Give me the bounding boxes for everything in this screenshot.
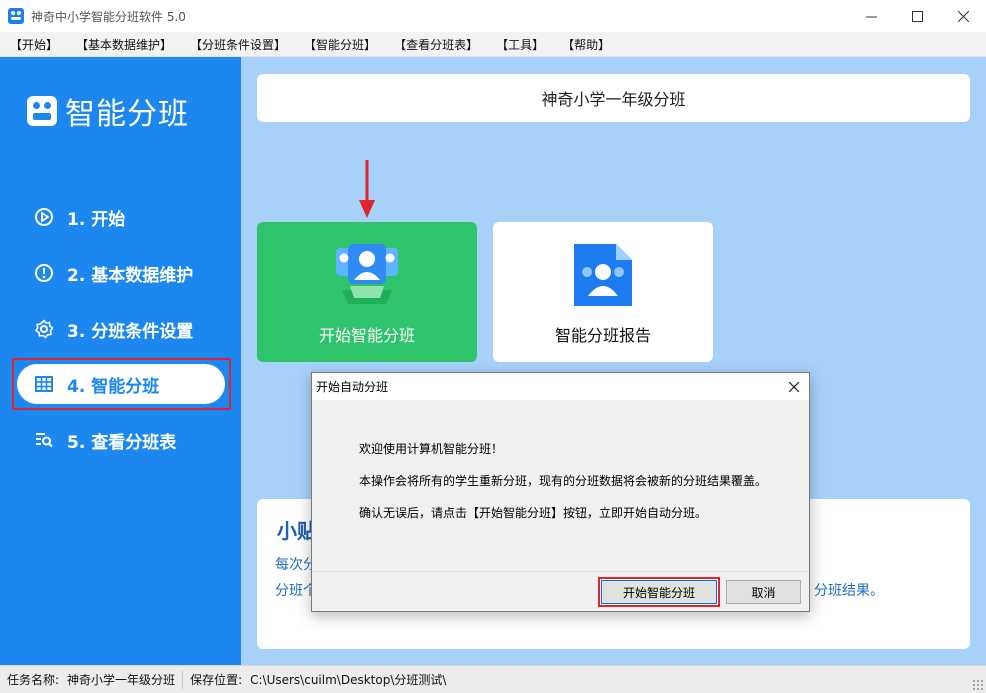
status-save: 保存位置: C:\Users\cuilm\Desktop\分班测试\ — [182, 670, 453, 689]
dialog-titlebar: 开始自动分班 — [312, 373, 809, 400]
status-task-value: 神奇小学一年级分班 — [67, 673, 176, 687]
sidebar-item-smart-assign[interactable]: 4. 智能分班 — [17, 364, 225, 404]
list-search-icon — [33, 429, 55, 451]
logo-text: 智能分班 — [65, 97, 189, 132]
sidebar-item-label: 4. 智能分班 — [67, 376, 160, 397]
arrow-down-icon — [359, 160, 375, 218]
close-icon — [957, 10, 969, 22]
status-task: 任务名称: 神奇小学一年级分班 — [0, 671, 182, 689]
sidebar: 智能分班 1. 开始 2. 基本数据维护 3. 分班条件设置 4. 智能分班 5… — [0, 57, 241, 665]
report-card-label: 智能分班报告 — [554, 326, 651, 345]
sidebar-item-label: 3. 分班条件设置 — [67, 321, 194, 342]
status-save-value: C:\Users\cuilm\Desktop\分班测试\ — [250, 673, 447, 687]
dialog-title: 开始自动分班 — [316, 380, 389, 394]
gear-icon — [33, 318, 55, 340]
start-auto-assign-dialog: 开始自动分班 欢迎使用计算机智能分班！ 本操作会将所有的学生重新分班，现有的分班… — [311, 372, 810, 612]
info-circle-icon — [33, 262, 55, 284]
minimize-icon — [865, 16, 877, 17]
dialog-message-line: 本操作会将所有的学生重新分班，现有的分班数据将会被新的分班结果覆盖。 — [359, 474, 768, 488]
start-smart-assign-card[interactable]: 开始智能分班 — [257, 222, 477, 362]
maximize-icon — [911, 10, 923, 22]
sidebar-item-label: 5. 查看分班表 — [67, 432, 177, 453]
status-bar: 任务名称: 神奇小学一年级分班 保存位置: C:\Users\cuilm\Des… — [0, 665, 986, 693]
dialog-body: 欢迎使用计算机智能分班！ 本操作会将所有的学生重新分班，现有的分班数据将会被新的… — [312, 400, 809, 571]
status-task-label: 任务名称: — [7, 673, 60, 687]
close-button[interactable] — [940, 0, 986, 32]
dialog-footer: 开始智能分班 取消 — [312, 571, 809, 611]
sidebar-item-label: 2. 基本数据维护 — [67, 265, 194, 286]
sidebar-item-conditions[interactable]: 3. 分班条件设置 — [17, 309, 225, 349]
menu-class-conditions[interactable]: 【分班条件设置】 — [181, 36, 295, 53]
menu-bar: 【开始】 【基本数据维护】 【分班条件设置】 【智能分班】 【查看分班表】 【工… — [0, 32, 986, 57]
sidebar-item-basic-data[interactable]: 2. 基本数据维护 — [17, 253, 225, 293]
play-circle-icon — [33, 206, 55, 228]
sidebar-item-view-table[interactable]: 5. 查看分班表 — [17, 420, 225, 460]
app-icon — [8, 8, 24, 24]
window-controls — [848, 0, 986, 32]
dialog-message-line: 确认无误后，请点击【开始智能分班】按钮，立即开始自动分班。 — [359, 506, 708, 520]
dialog-close-button[interactable] — [779, 373, 809, 400]
resize-grip[interactable] — [972, 679, 984, 691]
window-title: 神奇中小学智能分班软件 5.0 — [31, 9, 186, 24]
grid-table-icon — [33, 373, 55, 395]
report-document-icon — [574, 244, 632, 306]
close-icon — [789, 381, 799, 392]
menu-tools[interactable]: 【工具】 — [487, 36, 553, 53]
page-title: 神奇小学一年级分班 — [541, 90, 686, 109]
window-titlebar: 神奇中小学智能分班软件 5.0 — [0, 0, 986, 32]
students-group-icon — [336, 244, 398, 304]
start-card-label: 开始智能分班 — [318, 326, 415, 345]
sidebar-item-start[interactable]: 1. 开始 — [17, 197, 225, 237]
menu-help[interactable]: 【帮助】 — [553, 36, 619, 53]
sidebar-logo: 智能分班 — [27, 89, 189, 133]
status-save-label: 保存位置: — [190, 673, 243, 687]
maximize-button[interactable] — [894, 0, 940, 32]
minimize-button[interactable] — [848, 0, 894, 32]
menu-basic-data[interactable]: 【基本数据维护】 — [67, 36, 181, 53]
menu-view-table[interactable]: 【查看分班表】 — [385, 36, 487, 53]
menu-start[interactable]: 【开始】 — [0, 36, 67, 53]
menu-smart-assign[interactable]: 【智能分班】 — [295, 36, 385, 53]
cancel-button[interactable]: 取消 — [726, 580, 801, 604]
header-card: 神奇小学一年级分班 — [257, 74, 970, 122]
report-card[interactable]: 智能分班报告 — [493, 222, 713, 362]
dialog-message-line: 欢迎使用计算机智能分班！ — [359, 442, 504, 456]
tips-text-line: 分班结果。 — [814, 583, 884, 599]
logo-icon — [27, 96, 57, 126]
sidebar-item-label: 1. 开始 — [67, 209, 126, 230]
start-smart-assign-button[interactable]: 开始智能分班 — [601, 580, 717, 604]
